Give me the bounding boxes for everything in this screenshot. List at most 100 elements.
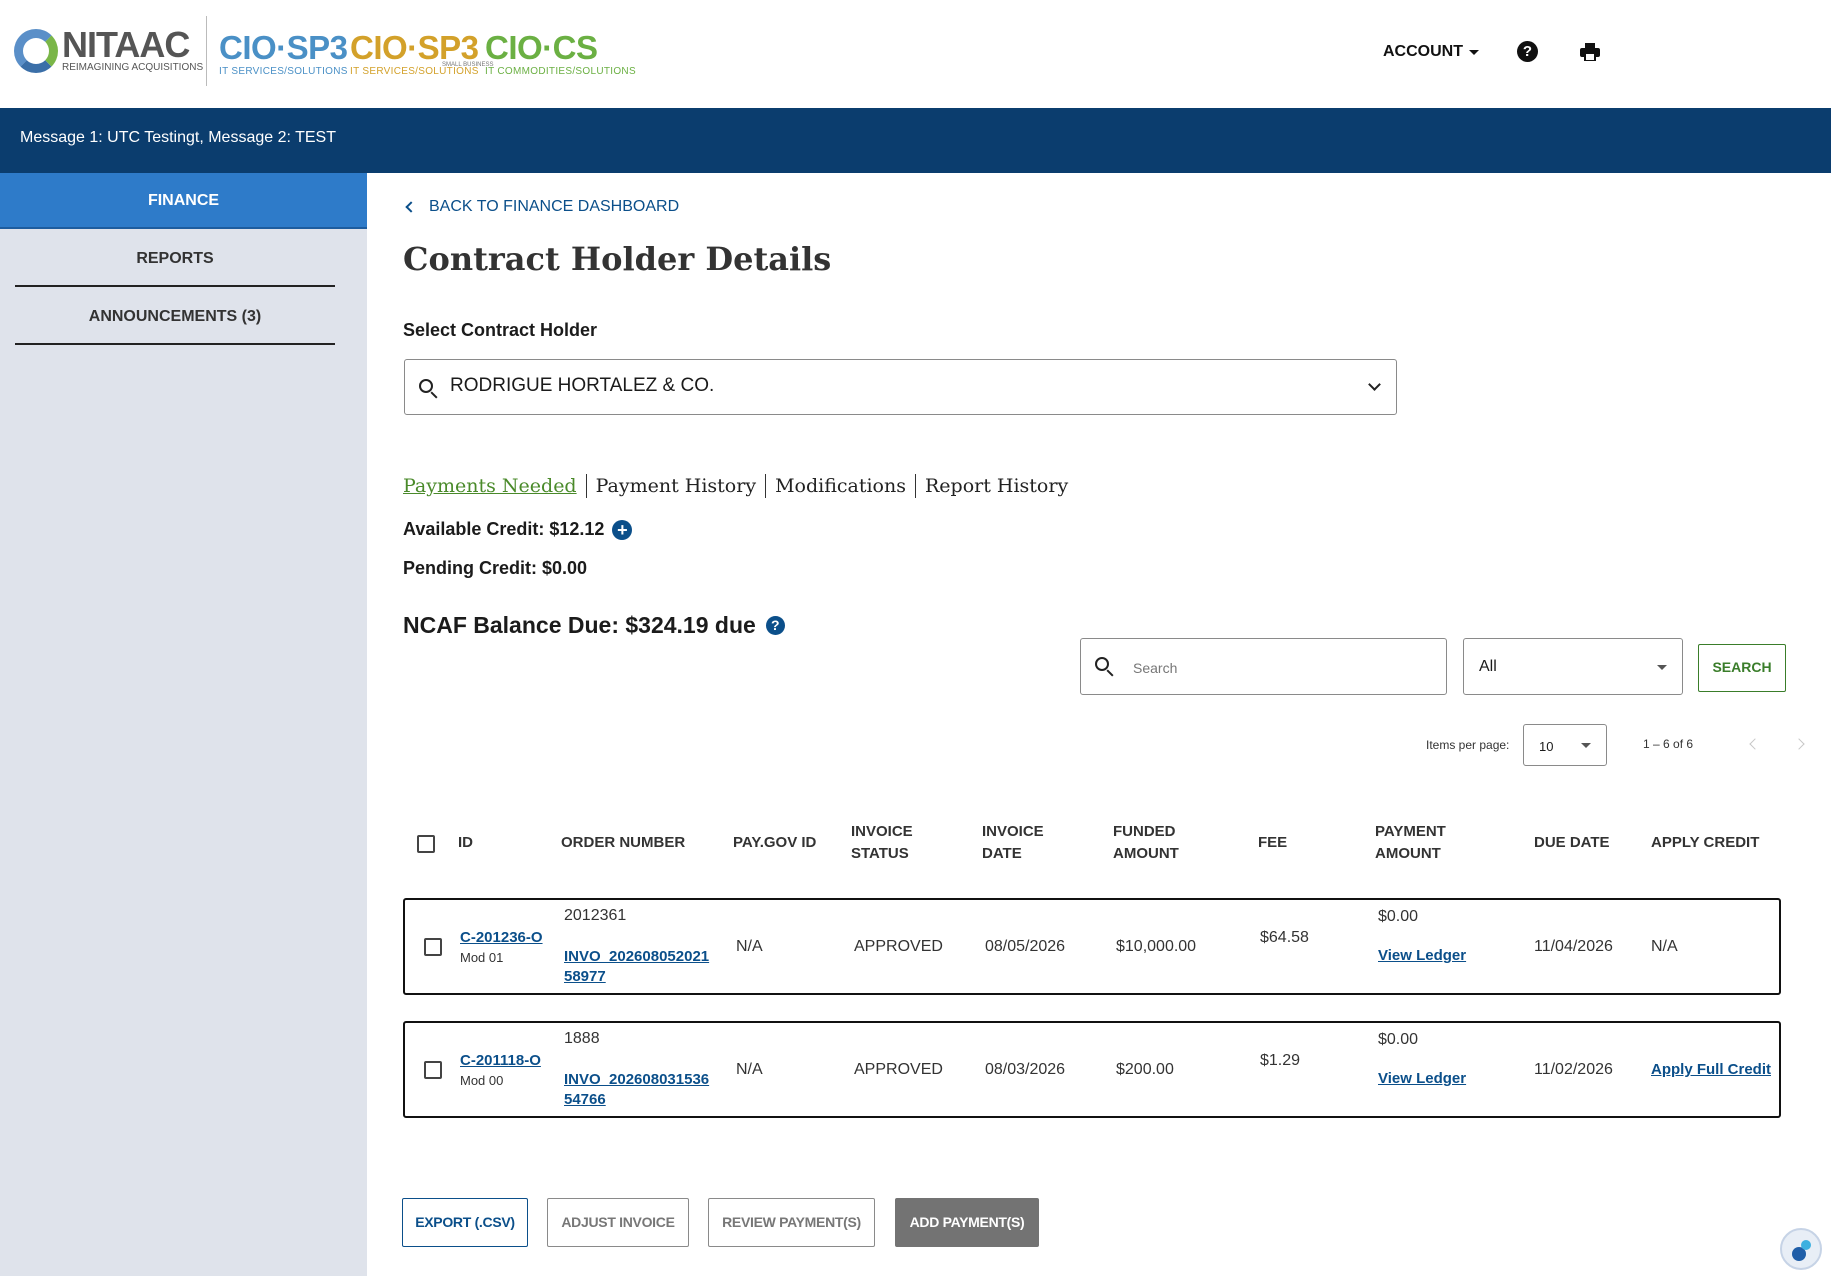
back-link-label: BACK TO FINANCE DASHBOARD xyxy=(429,198,680,215)
logo-tagline: REIMAGINING ACQUISITIONS xyxy=(62,62,204,73)
column-header-fee[interactable]: FEE xyxy=(1258,832,1287,854)
apply-full-credit-link[interactable]: Apply Full Credit xyxy=(1651,1060,1771,1080)
tab-modifications[interactable]: Modifications xyxy=(775,475,906,497)
items-per-page-label: Items per page: xyxy=(1426,738,1510,752)
status-filter-select[interactable]: All xyxy=(1463,638,1683,695)
pending-credit: Pending Credit: $0.00 xyxy=(403,558,587,579)
account-menu[interactable]: ACCOUNT xyxy=(1383,43,1479,61)
select-contract-holder-label: Select Contract Holder xyxy=(403,320,598,340)
invoice-status: APPROVED xyxy=(854,938,943,955)
invoice-link[interactable]: INVO_202608052021 58977 xyxy=(564,947,709,987)
available-credit: Available Credit: $12.12 + xyxy=(403,519,633,540)
payment-amount: $0.00 xyxy=(1378,908,1419,925)
tab-divider xyxy=(914,474,916,498)
select-all-checkbox[interactable] xyxy=(417,835,435,853)
payment-amount: $0.00 xyxy=(1378,1031,1419,1048)
apply-credit: N/A xyxy=(1651,938,1678,955)
chevron-down-icon xyxy=(1368,378,1381,391)
column-header-funded-amount[interactable]: FUNDED AMOUNT xyxy=(1113,821,1179,865)
invoice-date: 08/03/2026 xyxy=(985,1061,1066,1078)
add-payments-button[interactable]: ADD PAYMENT(S) xyxy=(895,1198,1039,1247)
column-header-invoice-status[interactable]: INVOICE STATUS xyxy=(851,821,913,865)
table-row: C-201118-O Mod 00 1888 INVO_202608031536… xyxy=(403,1021,1781,1118)
view-ledger-link[interactable]: View Ledger xyxy=(1378,946,1466,966)
column-header-paygov-id[interactable]: PAY.GOV ID xyxy=(733,832,816,854)
tab-divider xyxy=(585,474,587,498)
contract-id-link[interactable]: C-201118-O xyxy=(460,1051,541,1071)
pending-credit-text: Pending Credit: $0.00 xyxy=(403,558,588,578)
due-date: 11/02/2026 xyxy=(1534,1061,1613,1078)
mod-number: Mod 01 xyxy=(460,950,504,965)
filter-value: All xyxy=(1479,658,1497,675)
tab-payment-history[interactable]: Payment History xyxy=(596,475,756,497)
column-header-invoice-date[interactable]: INVOICE DATE xyxy=(982,821,1044,865)
page-title: Contract Holder Details xyxy=(403,240,832,278)
search-icon xyxy=(419,379,433,393)
paygov-id: N/A xyxy=(736,938,763,955)
invoice-status: APPROVED xyxy=(854,1061,943,1078)
balance-due-text: NCAF Balance Due: $324.19 due xyxy=(403,612,756,638)
question-circle-icon[interactable]: ? xyxy=(1517,41,1538,62)
pagination-range: 1 – 6 of 6 xyxy=(1643,737,1694,751)
message-banner: Message 1: UTC Testingt, Message 2: TEST xyxy=(0,108,1831,173)
caret-down-icon xyxy=(1657,665,1667,670)
caret-down-icon xyxy=(1581,743,1591,748)
row-checkbox[interactable] xyxy=(424,938,442,956)
invoice-link[interactable]: INVO_202608031536 54766 xyxy=(564,1070,709,1110)
tab-report-history[interactable]: Report History xyxy=(925,475,1068,497)
nitaac-logo-icon xyxy=(14,29,58,73)
logo-name: NITAAC xyxy=(62,24,190,65)
sidebar-item-finance[interactable]: FINANCE xyxy=(0,173,367,229)
fee: $64.58 xyxy=(1260,929,1309,946)
printer-icon[interactable] xyxy=(1580,43,1600,61)
search-input[interactable]: Search xyxy=(1080,638,1447,695)
logo-divider xyxy=(206,16,207,86)
mod-number: Mod 00 xyxy=(460,1073,504,1088)
due-date: 11/04/2026 xyxy=(1534,938,1613,955)
view-ledger-link[interactable]: View Ledger xyxy=(1378,1069,1466,1089)
items-per-page-select[interactable]: 10 xyxy=(1523,724,1607,766)
nitaac-logo[interactable]: NITAAC REIMAGINING ACQUISITIONS xyxy=(14,24,204,74)
adjust-invoice-button[interactable]: ADJUST INVOICE xyxy=(547,1198,689,1247)
search-placeholder: Search xyxy=(1133,660,1178,676)
brand-ciosp3-small-business: CIO·SP3 IT SERVICES/SOLUTIONS xyxy=(350,29,479,78)
contract-id-link[interactable]: C-201236-O xyxy=(460,928,543,948)
sidebar-item-announcements[interactable]: ANNOUNCEMENTS (3) xyxy=(15,289,335,345)
funded-amount: $10,000.00 xyxy=(1116,938,1197,955)
previous-page-icon[interactable] xyxy=(1749,738,1761,750)
column-header-apply-credit[interactable]: APPLY CREDIT xyxy=(1651,832,1759,854)
column-header-id[interactable]: ID xyxy=(458,832,473,854)
back-to-finance-dashboard-link[interactable]: BACK TO FINANCE DASHBOARD xyxy=(405,198,680,216)
tab-divider xyxy=(765,474,767,498)
table-row: C-201236-O Mod 01 2012361 INVO_202608052… xyxy=(403,898,1781,995)
next-page-icon[interactable] xyxy=(1793,738,1805,750)
search-button[interactable]: SEARCH xyxy=(1698,644,1786,692)
contract-holder-select[interactable]: RODRIGUE HORTALEZ & CO. xyxy=(404,359,1397,415)
column-header-due-date[interactable]: DUE DATE xyxy=(1534,832,1610,854)
tab-payments-needed[interactable]: Payments Needed xyxy=(403,475,577,497)
items-per-page-value: 10 xyxy=(1539,739,1554,754)
paygov-id: N/A xyxy=(736,1061,763,1078)
sidebar: FINANCE REPORTS ANNOUNCEMENTS (3) xyxy=(0,173,367,1276)
selected-contract-holder: RODRIGUE HORTALEZ & CO. xyxy=(450,375,715,396)
column-header-order-number[interactable]: ORDER NUMBER xyxy=(561,832,685,854)
brand-ciocs: CIO·CS IT COMMODITIES/SOLUTIONS xyxy=(485,29,636,78)
detail-tabs: Payments Needed Payment History Modifica… xyxy=(403,474,1068,498)
chat-icon-accent xyxy=(1801,1240,1811,1250)
column-header-payment-amount[interactable]: PAYMENT AMOUNT xyxy=(1375,821,1446,865)
add-credit-icon[interactable]: + xyxy=(612,519,633,540)
order-number: 2012361 xyxy=(564,907,627,924)
chevron-left-icon xyxy=(405,201,417,213)
chat-assistant-button[interactable] xyxy=(1780,1228,1822,1270)
row-checkbox[interactable] xyxy=(424,1061,442,1079)
brand-ciosp3: CIO·SP3 IT SERVICES/SOLUTIONS xyxy=(219,29,348,78)
available-credit-text: Available Credit: $12.12 xyxy=(403,519,605,539)
fee: $1.29 xyxy=(1260,1052,1301,1069)
review-payments-button[interactable]: REVIEW PAYMENT(S) xyxy=(708,1198,875,1247)
search-icon xyxy=(1095,657,1109,671)
sidebar-item-reports[interactable]: REPORTS xyxy=(15,231,335,287)
ncaf-balance-due: NCAF Balance Due: $324.19 due ? xyxy=(403,612,785,639)
account-label: ACCOUNT xyxy=(1383,43,1463,60)
export-csv-button[interactable]: EXPORT (.CSV) xyxy=(402,1198,528,1247)
question-circle-icon[interactable]: ? xyxy=(765,616,785,635)
